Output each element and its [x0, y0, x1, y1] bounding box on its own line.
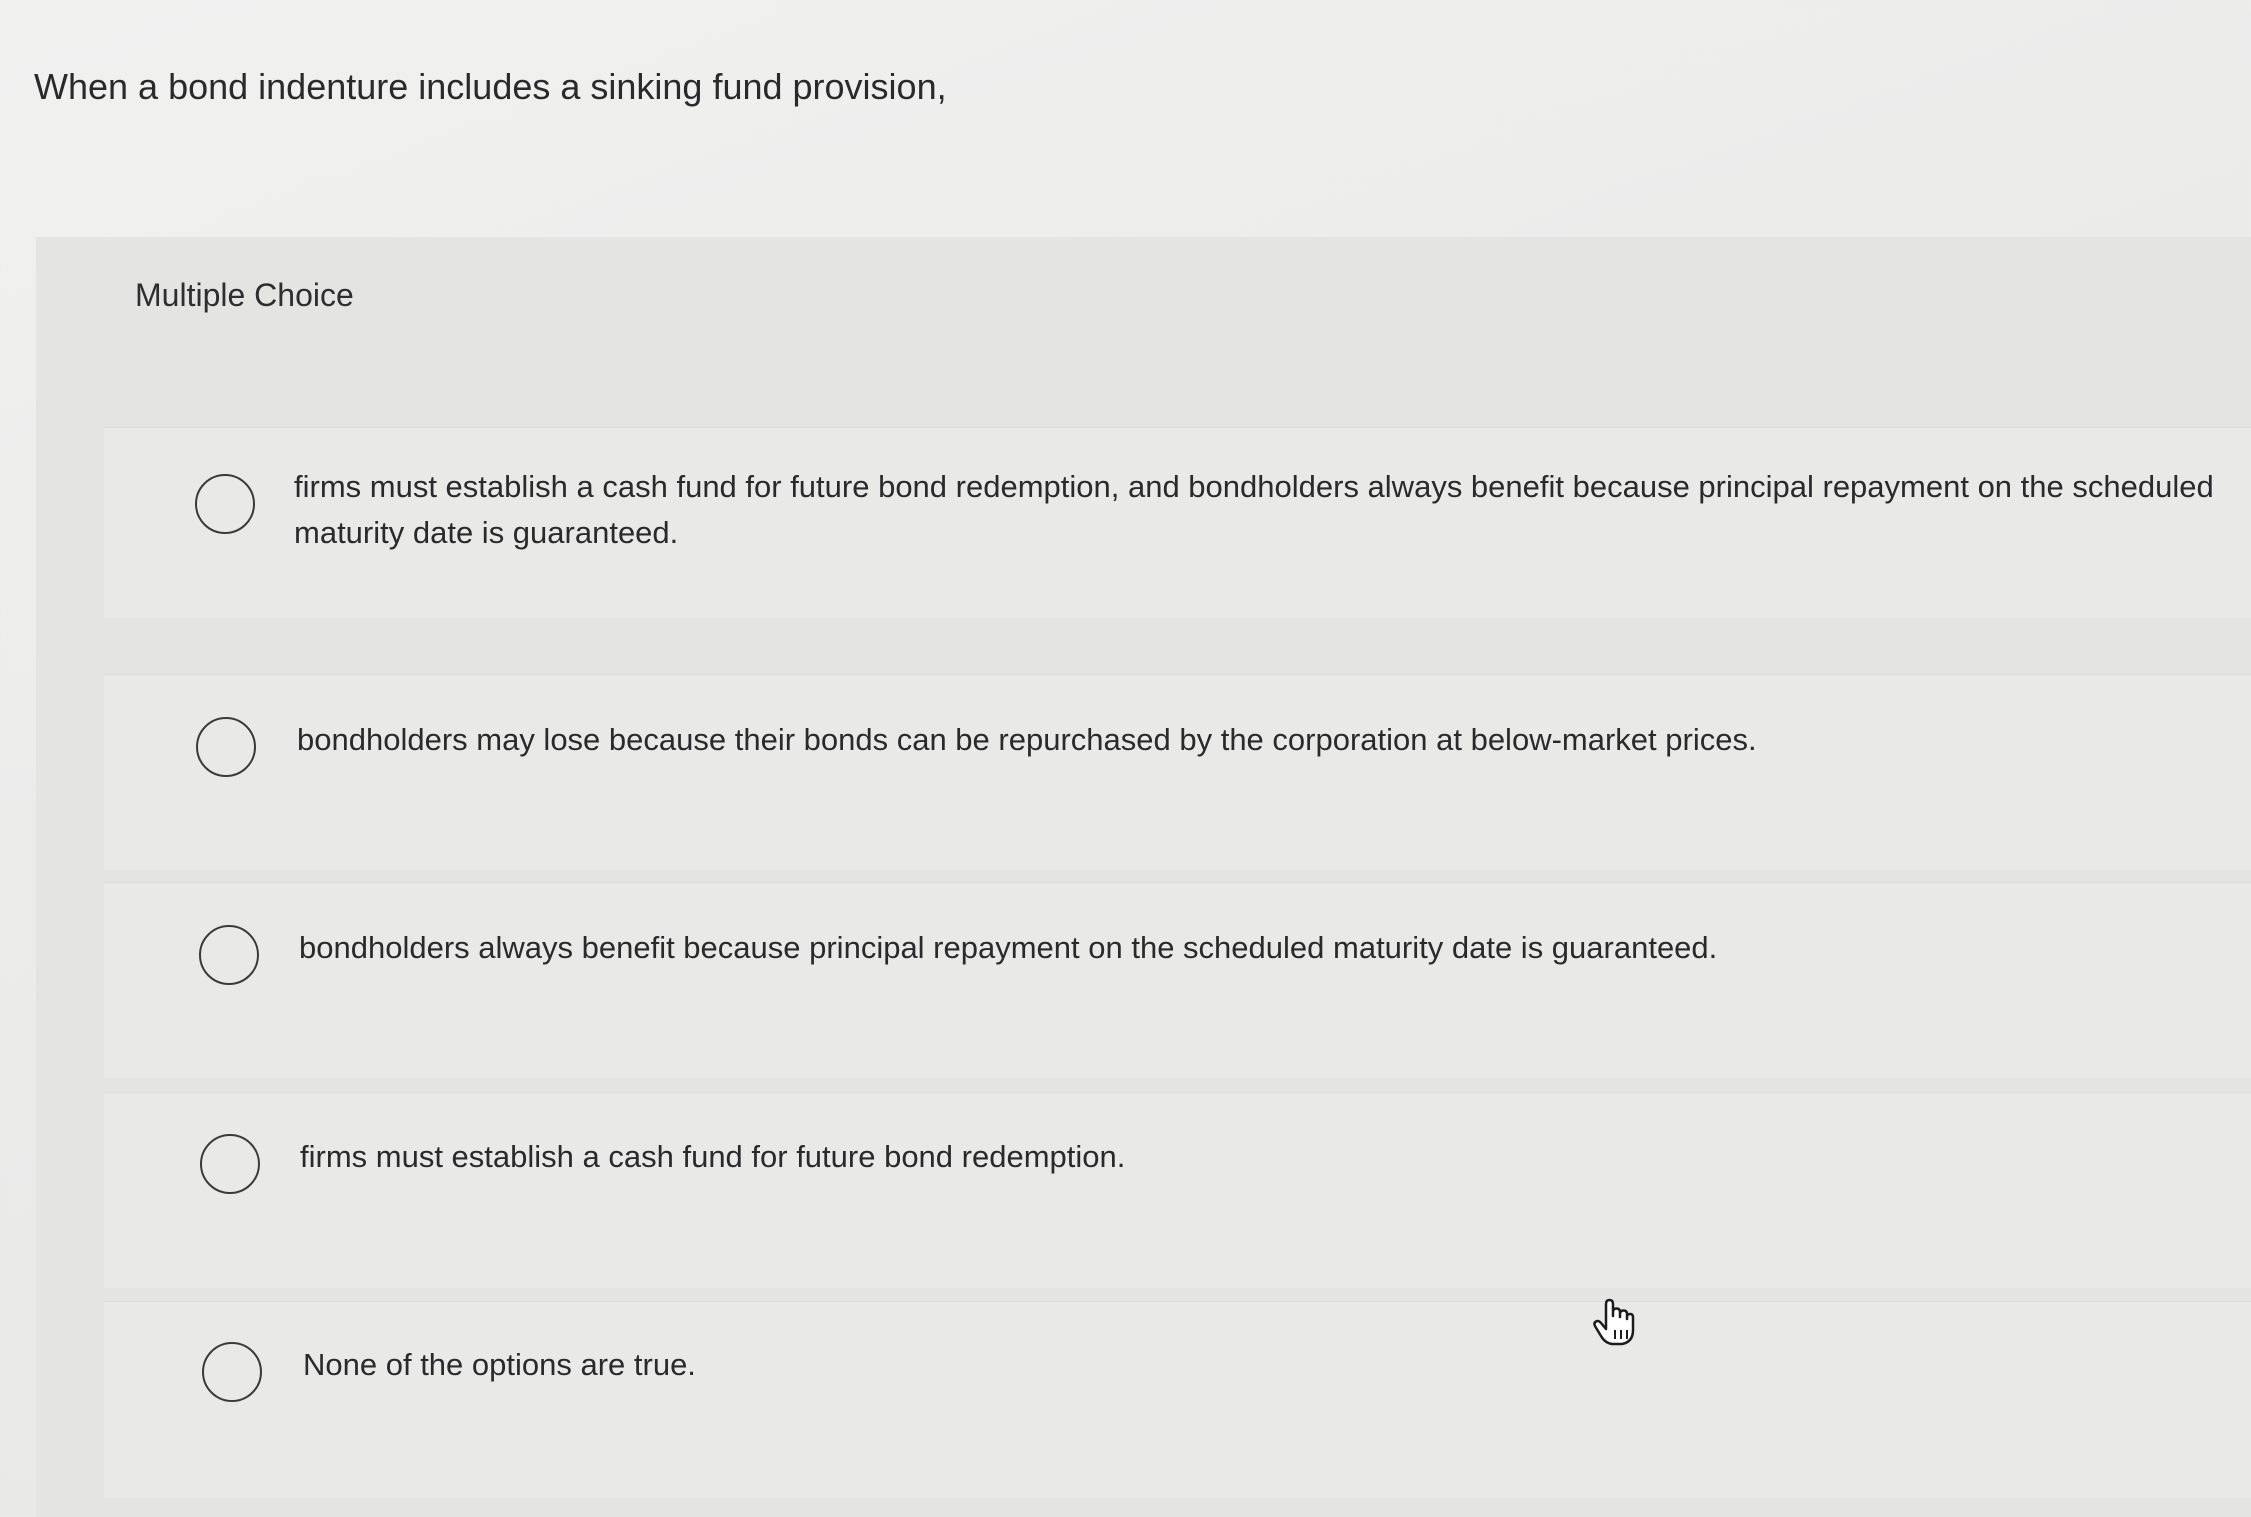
panel-header: Multiple Choice: [135, 277, 354, 313]
radio-button-option-3[interactable]: [199, 925, 259, 985]
radio-button-option-2[interactable]: [196, 717, 256, 777]
option-label-5[interactable]: None of the options are true.: [303, 1342, 2243, 1388]
option-row-5[interactable]: None of the options are true.: [104, 1301, 2251, 1498]
multiple-choice-panel: Multiple Choice firms must establish a c…: [36, 237, 2251, 1517]
radio-button-option-1[interactable]: [195, 474, 255, 534]
option-row-1[interactable]: firms must establish a cash fund for fut…: [104, 427, 2251, 618]
radio-button-option-4[interactable]: [200, 1134, 260, 1194]
option-row-4[interactable]: firms must establish a cash fund for fut…: [104, 1092, 2251, 1288]
hand-pointer-icon: [1593, 1298, 1635, 1346]
option-row-2[interactable]: bondholders may lose because their bonds…: [104, 674, 2251, 870]
option-label-2[interactable]: bondholders may lose because their bonds…: [297, 717, 2237, 763]
option-label-3[interactable]: bondholders always benefit because princ…: [299, 925, 2239, 971]
radio-button-option-5[interactable]: [202, 1342, 262, 1402]
option-label-4[interactable]: firms must establish a cash fund for fut…: [300, 1134, 2240, 1180]
option-label-1[interactable]: firms must establish a cash fund for fut…: [294, 464, 2251, 556]
question-text: When a bond indenture includes a sinking…: [34, 66, 947, 107]
options-list: firms must establish a cash fund for fut…: [104, 427, 2251, 1498]
option-row-3[interactable]: bondholders always benefit because princ…: [104, 882, 2251, 1078]
